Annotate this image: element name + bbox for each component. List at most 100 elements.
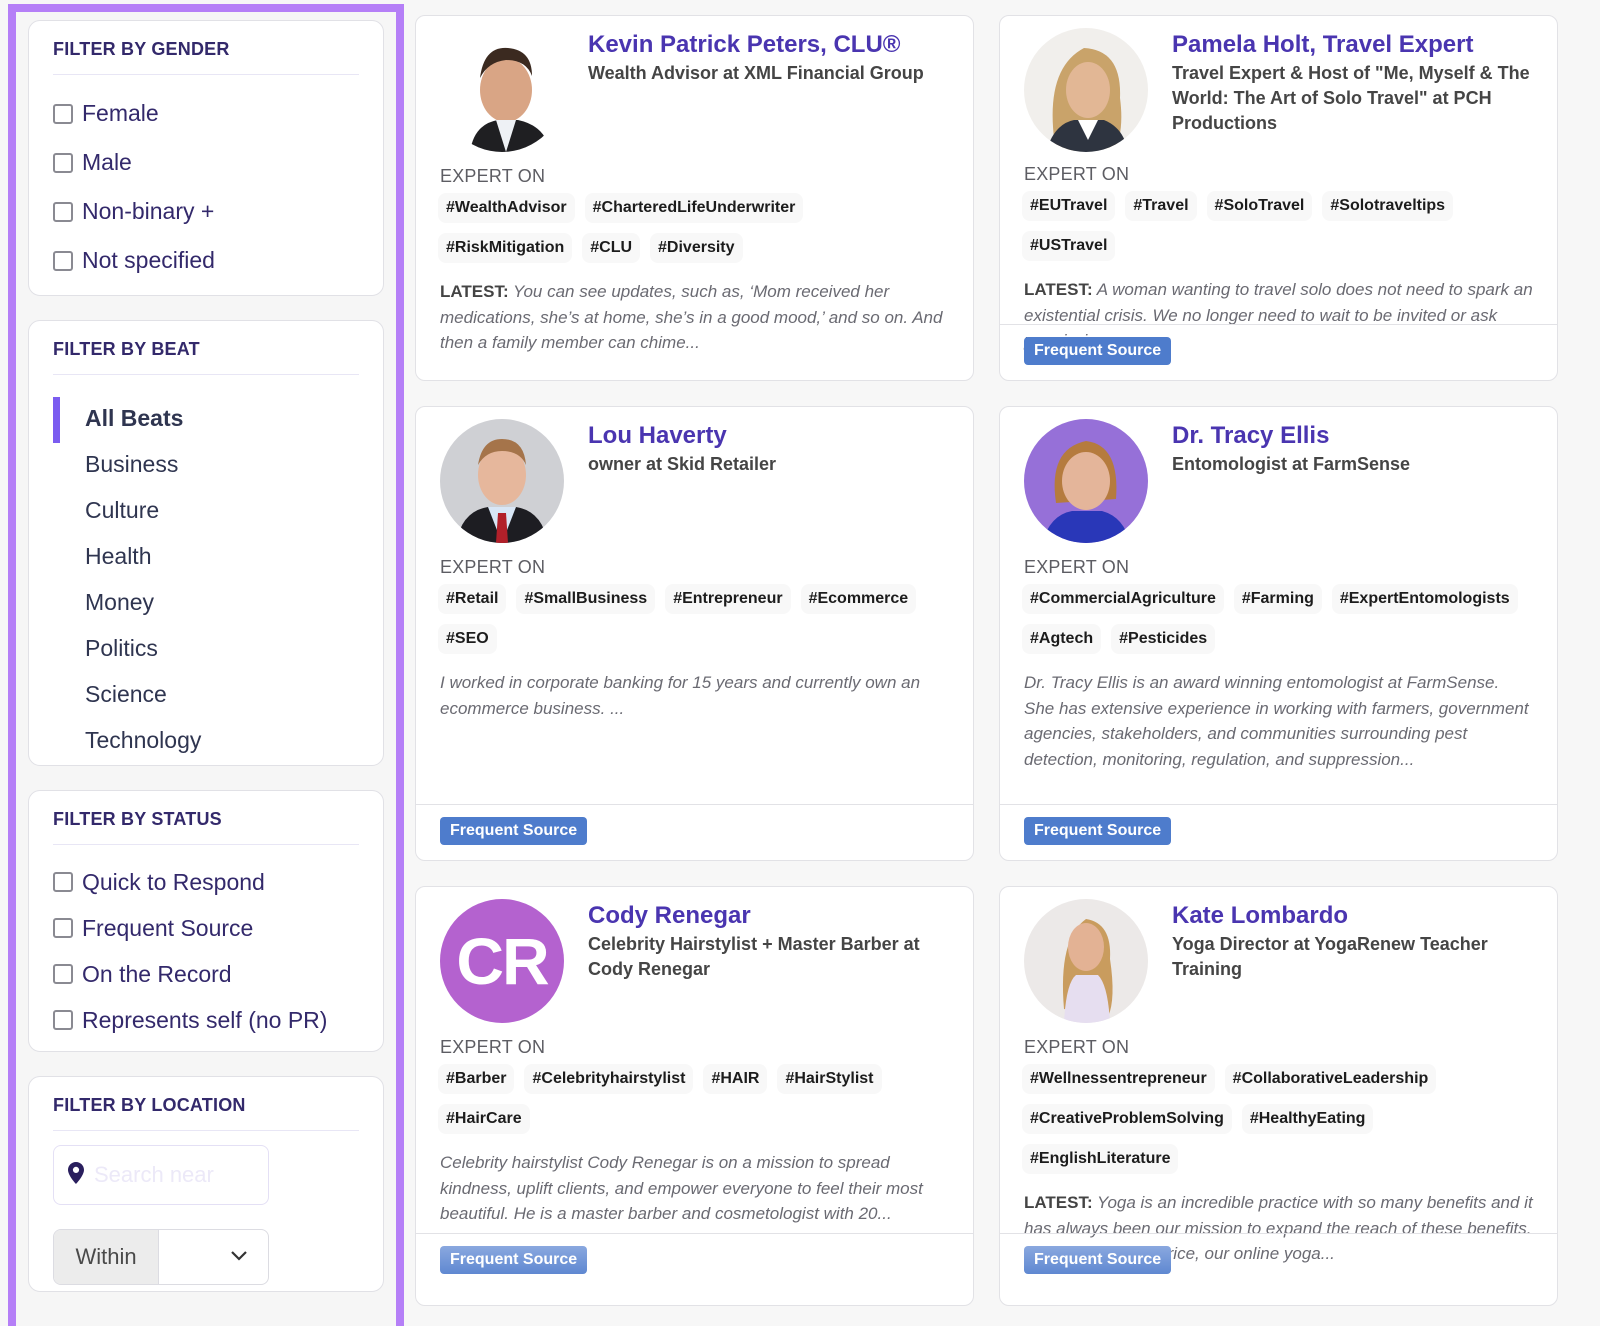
tag[interactable]: #Diversity bbox=[650, 233, 743, 263]
tag[interactable]: #Farming bbox=[1233, 584, 1322, 614]
checkbox[interactable] bbox=[53, 201, 73, 222]
expert-blurb: Celebrity hairstylist Cody Renegar is on… bbox=[440, 1153, 923, 1223]
expert-card[interactable]: Dr. Tracy Ellis Entomologist at FarmSens… bbox=[999, 406, 1558, 861]
tag[interactable]: #CLU bbox=[582, 233, 641, 263]
tag-list: #Wellnessentrepreneur #CollaborativeLead… bbox=[1022, 1064, 1533, 1184]
beat-item-politics[interactable]: Politics bbox=[53, 625, 359, 671]
within-dropdown[interactable] bbox=[159, 1230, 268, 1284]
tag[interactable]: #Retail bbox=[438, 584, 507, 614]
tag[interactable]: #SoloTravel bbox=[1206, 191, 1313, 221]
expert-on-label: EXPERT ON bbox=[440, 166, 546, 186]
tag[interactable]: #Ecommerce bbox=[800, 584, 917, 614]
expert-name[interactable]: Dr. Tracy Ellis bbox=[1172, 421, 1410, 451]
card-footer: Frequent Source bbox=[1000, 804, 1557, 860]
checkbox[interactable] bbox=[53, 1010, 73, 1030]
tag[interactable]: #Agtech bbox=[1022, 624, 1102, 654]
avatar[interactable] bbox=[1024, 28, 1148, 152]
tag[interactable]: #SmallBusiness bbox=[516, 584, 656, 614]
gender-option-male[interactable]: Male bbox=[53, 138, 359, 187]
tag[interactable]: #USTravel bbox=[1022, 231, 1116, 261]
expert-name[interactable]: Lou Haverty bbox=[588, 421, 776, 451]
tag[interactable]: #CharteredLifeUnderwriter bbox=[584, 193, 804, 223]
frequent-source-badge: Frequent Source bbox=[1024, 817, 1172, 845]
expert-title: Travel Expert & Host of "Me, Myself & Th… bbox=[1172, 63, 1530, 133]
tag-list: #EUTravel #Travel #SoloTravel #Solotrave… bbox=[1022, 191, 1533, 271]
expert-card[interactable]: Lou Haverty owner at Skid Retailer EXPER… bbox=[415, 406, 974, 861]
tag[interactable]: #ExpertEntomologists bbox=[1331, 584, 1518, 614]
expert-name[interactable]: Kevin Patrick Peters, CLU® bbox=[588, 30, 924, 60]
tag[interactable]: #HealthyEating bbox=[1241, 1104, 1374, 1134]
expert-card[interactable]: Pamela Holt, Travel Expert Travel Expert… bbox=[999, 15, 1558, 381]
checkbox[interactable] bbox=[53, 250, 73, 271]
beat-item-all-beats[interactable]: All Beats bbox=[53, 395, 359, 443]
expert-on-label: EXPERT ON bbox=[1024, 1037, 1130, 1057]
gender-filter-title: FILTER BY GENDER bbox=[53, 39, 359, 75]
location-search-box[interactable] bbox=[53, 1145, 269, 1205]
tag[interactable]: #Barber bbox=[438, 1064, 515, 1094]
expert-on-label: EXPERT ON bbox=[1024, 557, 1130, 577]
location-filter-title: FILTER BY LOCATION bbox=[53, 1095, 359, 1131]
avatar[interactable] bbox=[1024, 899, 1148, 1023]
gender-option-female[interactable]: Female bbox=[53, 89, 359, 138]
checkbox[interactable] bbox=[53, 918, 73, 938]
checkbox[interactable] bbox=[53, 152, 73, 173]
tag[interactable]: #RiskMitigation bbox=[438, 233, 573, 263]
checkbox[interactable] bbox=[53, 103, 73, 124]
within-distance-select[interactable]: Within bbox=[53, 1229, 269, 1285]
expert-name[interactable]: Kate Lombardo bbox=[1172, 901, 1533, 931]
expert-card[interactable]: Kevin Patrick Peters, CLU® Wealth Adviso… bbox=[415, 15, 974, 381]
status-option-represents-self[interactable]: Represents self (no PR) bbox=[53, 997, 359, 1043]
tag[interactable]: #SEO bbox=[438, 624, 497, 654]
expert-card[interactable]: Kate Lombardo Yoga Director at YogaRenew… bbox=[999, 886, 1558, 1306]
beat-item-technology[interactable]: Technology bbox=[53, 717, 359, 763]
tag[interactable]: #CommercialAgriculture bbox=[1022, 584, 1224, 614]
frequent-source-badge: Frequent Source bbox=[440, 1246, 588, 1274]
status-option-quick-to-respond[interactable]: Quick to Respond bbox=[53, 859, 359, 905]
gender-option-nonbinary[interactable]: Non-binary + bbox=[53, 187, 359, 236]
expert-name[interactable]: Cody Renegar bbox=[588, 901, 949, 931]
tag[interactable]: #HairCare bbox=[438, 1104, 530, 1134]
latest-label: LATEST: bbox=[1024, 1193, 1093, 1212]
expert-blurb: LATEST: You can see updates, such as, ‘M… bbox=[440, 282, 943, 352]
avatar[interactable] bbox=[1024, 419, 1148, 543]
gender-filter-panel: FILTER BY GENDER Female Male Non-binary … bbox=[28, 20, 384, 296]
tag[interactable]: #WealthAdvisor bbox=[438, 193, 575, 223]
location-filter-panel: FILTER BY LOCATION Within bbox=[28, 1076, 384, 1292]
expert-on-label: EXPERT ON bbox=[1024, 164, 1130, 184]
chevron-down-icon bbox=[230, 1248, 248, 1266]
tag[interactable]: #Solotraveltips bbox=[1322, 191, 1454, 221]
beat-item-health[interactable]: Health bbox=[53, 533, 359, 579]
tag[interactable]: #Wellnessentrepreneur bbox=[1022, 1064, 1215, 1094]
tag[interactable]: #Pesticides bbox=[1111, 624, 1216, 654]
avatar-initials[interactable]: CR bbox=[440, 899, 564, 1023]
tag[interactable]: #EUTravel bbox=[1022, 191, 1116, 221]
tag[interactable]: #EnglishLiterature bbox=[1022, 1144, 1179, 1174]
status-option-frequent-source[interactable]: Frequent Source bbox=[53, 905, 359, 951]
checkbox[interactable] bbox=[53, 872, 73, 892]
expert-card[interactable]: CR Cody Renegar Celebrity Hairstylist + … bbox=[415, 886, 974, 1306]
tag-list: #Barber #Celebrityhairstylist #HAIR #Hai… bbox=[438, 1064, 949, 1144]
avatar[interactable] bbox=[440, 28, 564, 152]
beat-item-science[interactable]: Science bbox=[53, 671, 359, 717]
beat-item-money[interactable]: Money bbox=[53, 579, 359, 625]
gender-option-not-specified[interactable]: Not specified bbox=[53, 236, 359, 285]
location-search-input[interactable] bbox=[94, 1162, 254, 1188]
tag[interactable]: #HairStylist bbox=[777, 1064, 882, 1094]
tag[interactable]: #Entrepreneur bbox=[665, 584, 791, 614]
beat-item-culture[interactable]: Culture bbox=[53, 487, 359, 533]
tag[interactable]: #CreativeProblemSolving bbox=[1022, 1104, 1232, 1134]
checkbox[interactable] bbox=[53, 964, 73, 984]
frequent-source-badge: Frequent Source bbox=[1024, 337, 1172, 365]
tag[interactable]: #Travel bbox=[1125, 191, 1197, 221]
latest-label: LATEST: bbox=[440, 282, 509, 301]
beat-item-business[interactable]: Business bbox=[53, 441, 359, 487]
status-option-on-the-record[interactable]: On the Record bbox=[53, 951, 359, 997]
expert-name[interactable]: Pamela Holt, Travel Expert bbox=[1172, 30, 1533, 60]
card-footer: Frequent Source bbox=[416, 804, 973, 860]
tag[interactable]: #Celebrityhairstylist bbox=[524, 1064, 694, 1094]
beat-filter-title: FILTER BY BEAT bbox=[53, 339, 359, 375]
expert-on-label: EXPERT ON bbox=[440, 557, 546, 577]
tag[interactable]: #CollaborativeLeadership bbox=[1224, 1064, 1437, 1094]
tag[interactable]: #HAIR bbox=[703, 1064, 768, 1094]
avatar[interactable] bbox=[440, 419, 564, 543]
